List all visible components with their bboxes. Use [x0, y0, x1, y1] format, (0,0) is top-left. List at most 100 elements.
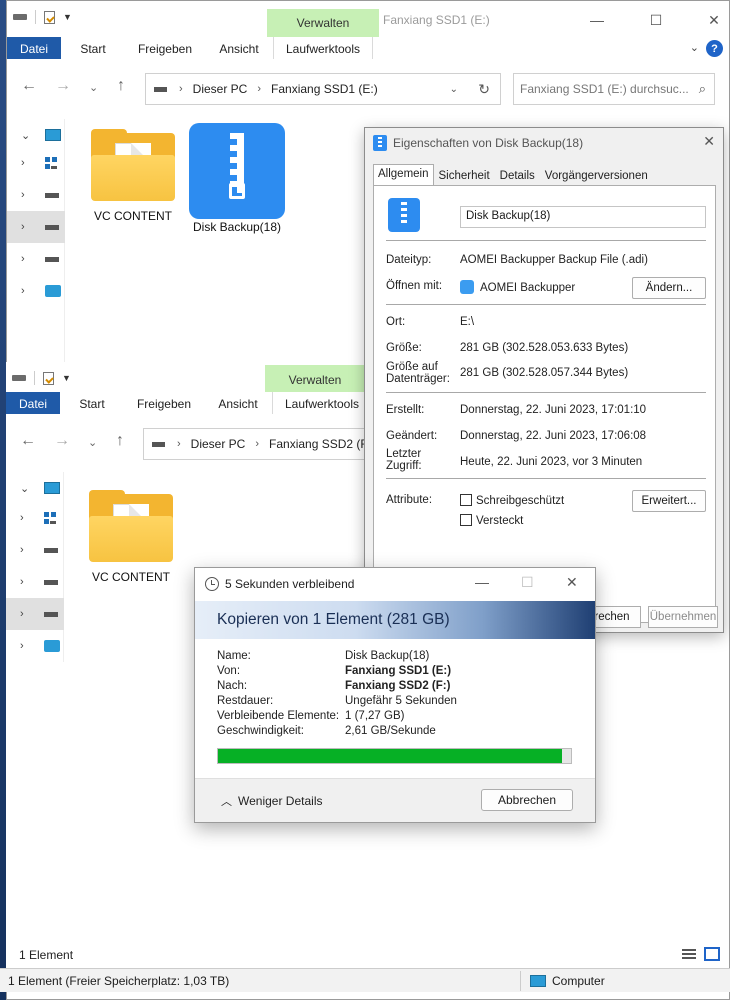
file-name-field[interactable]: Disk Backup(18) — [460, 206, 706, 228]
recent-locations-icon[interactable]: ⌄ — [89, 81, 98, 94]
chevron-right-icon[interactable]: › — [20, 544, 24, 556]
breadcrumb-drive[interactable]: Fanxiang SSD1 (E:) — [271, 82, 378, 96]
checkbox-icon[interactable] — [460, 494, 472, 506]
up-icon[interactable]: ↑ — [116, 432, 124, 450]
cancel-button[interactable]: Abbrechen — [481, 789, 573, 811]
readonly-checkbox[interactable]: Schreibgeschützt — [460, 494, 564, 507]
list-item[interactable]: Disk Backup(18) — [185, 123, 289, 234]
tab-datei[interactable]: Datei — [6, 392, 60, 415]
zip-archive-icon — [189, 123, 285, 219]
tree-item-this-pc[interactable]: ⌄ — [6, 472, 64, 504]
address-dropdown-icon[interactable]: ⌄ — [450, 84, 458, 95]
breadcrumb-this-pc[interactable]: Dieser PC — [191, 437, 246, 451]
forward-icon[interactable]: → — [54, 432, 70, 450]
type-value: AOMEI Backupper Backup File (.adi) — [460, 254, 648, 266]
back-icon[interactable]: ← — [21, 77, 37, 95]
customize-qat-icon[interactable]: ▼ — [62, 373, 71, 383]
close-icon[interactable]: ✕ — [697, 9, 730, 31]
advanced-button[interactable]: Erweitert... — [632, 490, 706, 512]
chevron-right-icon[interactable]: › — [21, 221, 25, 233]
copy-header: Kopieren von 1 Element (281 GB) — [195, 601, 595, 639]
search-input[interactable]: Fanxiang SSD1 (E:) durchsuc... ⌕ — [513, 73, 715, 105]
tab-ansicht[interactable]: Ansicht — [205, 37, 273, 60]
large-icons-view-icon[interactable] — [704, 947, 720, 961]
breadcrumb-this-pc[interactable]: Dieser PC — [193, 82, 248, 96]
item-label: Disk Backup(18) — [192, 220, 282, 234]
apply-button[interactable]: Übernehmen — [648, 606, 718, 628]
hidden-checkbox[interactable]: Versteckt — [460, 514, 523, 527]
tab-laufwerktools[interactable]: Laufwerktools — [273, 37, 373, 60]
properties-icon[interactable] — [44, 10, 55, 24]
tree-item-network-drive[interactable]: › — [7, 147, 65, 179]
chevron-right-icon[interactable]: › — [20, 576, 24, 588]
created-value: Donnerstag, 22. Juni 2023, 17:01:10 — [460, 404, 647, 416]
chevron-down-icon[interactable]: ⌄ — [690, 41, 699, 54]
name-label: Name: — [217, 650, 251, 662]
tree-item-drive-selected[interactable]: › — [6, 598, 64, 630]
from-value[interactable]: Fanxiang SSD1 (E:) — [345, 665, 451, 677]
recent-locations-icon[interactable]: ⌄ — [88, 436, 97, 449]
to-value[interactable]: Fanxiang SSD2 (F:) — [345, 680, 450, 692]
title-bar[interactable]: ▼ Verwalten Fanxiang SSD1 (E:) — ☐ ✕ — [7, 1, 729, 37]
expand-icon[interactable]: ⌄ — [20, 482, 29, 495]
tree-item-drive[interactable]: › — [7, 243, 65, 275]
network-icon — [45, 285, 61, 297]
tab-start[interactable]: Start — [60, 392, 124, 415]
address-bar[interactable]: › Dieser PC › Fanxiang SSD1 (E:) ⌄ ↻ — [145, 73, 501, 105]
dialog-title[interactable]: Eigenschaften von Disk Backup(18) — [373, 135, 583, 151]
chevron-right-icon[interactable]: › — [21, 157, 25, 169]
chevron-right-icon[interactable]: › — [21, 189, 25, 201]
tree-item-drive[interactable]: › — [7, 179, 65, 211]
tree-item-network-drive[interactable]: › — [6, 502, 64, 534]
tab-datei[interactable]: Datei — [7, 37, 61, 60]
customize-qat-icon[interactable]: ▼ — [63, 12, 72, 22]
chevron-right-icon[interactable]: › — [20, 640, 24, 652]
tab-ansicht[interactable]: Ansicht — [204, 392, 272, 415]
drive-icon — [13, 10, 27, 24]
minimize-icon[interactable]: — — [475, 574, 489, 590]
details-view-icon[interactable] — [682, 949, 696, 959]
checkbox-icon[interactable] — [460, 514, 472, 526]
ribbon-tabs: Datei Start Freigeben Ansicht Laufwerkto… — [7, 37, 729, 61]
divider — [520, 971, 521, 991]
chevron-right-icon[interactable]: › — [20, 608, 24, 620]
maximize-icon[interactable]: ☐ — [639, 9, 673, 31]
up-icon[interactable]: ↑ — [117, 77, 125, 95]
chevron-right-icon[interactable]: › — [21, 285, 25, 297]
tree-item-drive[interactable]: › — [6, 566, 64, 598]
tree-item-drive-selected[interactable]: › — [7, 211, 65, 243]
location-value: E:\ — [460, 316, 475, 328]
tab-start[interactable]: Start — [61, 37, 125, 60]
change-button[interactable]: Ändern... — [632, 277, 706, 299]
chevron-right-icon[interactable]: › — [20, 512, 24, 524]
tree-item-network[interactable]: › — [7, 275, 65, 307]
zone-label: Computer — [552, 973, 605, 988]
list-item[interactable]: VC CONTENT — [81, 129, 185, 223]
tab-freigeben[interactable]: Freigeben — [125, 37, 205, 60]
progress-bar — [217, 748, 572, 764]
less-details-button[interactable]: ︿ Weniger Details — [221, 793, 322, 809]
breadcrumb-drive[interactable]: Fanxiang SSD2 (F:) — [269, 437, 375, 451]
item-label: VC CONTENT — [92, 570, 170, 584]
expand-icon[interactable]: ⌄ — [21, 129, 30, 142]
close-icon[interactable]: ✕ — [566, 574, 578, 591]
close-icon[interactable]: ✕ — [703, 133, 715, 150]
tree-item-drive[interactable]: › — [6, 534, 64, 566]
chevron-right-icon[interactable]: › — [21, 253, 25, 265]
tree-item-network[interactable]: › — [6, 630, 64, 662]
from-label: Von: — [217, 665, 241, 677]
tab-allgemein[interactable]: Allgemein — [373, 164, 434, 186]
properties-icon[interactable] — [43, 371, 54, 385]
tab-verwalten[interactable]: Verwalten — [265, 365, 365, 395]
minimize-icon[interactable]: — — [580, 9, 614, 31]
tab-freigeben[interactable]: Freigeben — [124, 392, 204, 415]
back-icon[interactable]: ← — [20, 432, 36, 450]
tab-laufwerktools[interactable]: Laufwerktools — [272, 392, 372, 415]
forward-icon[interactable]: → — [55, 77, 71, 95]
help-icon[interactable]: ? — [706, 40, 723, 57]
refresh-icon[interactable]: ↻ — [478, 81, 490, 98]
dialog-title[interactable]: 5 Sekunden verbleibend — [205, 577, 354, 591]
chevron-up-icon: ︿ — [221, 796, 232, 808]
tab-verwalten[interactable]: Verwalten — [267, 9, 379, 37]
list-item[interactable]: VC CONTENT — [79, 490, 183, 584]
